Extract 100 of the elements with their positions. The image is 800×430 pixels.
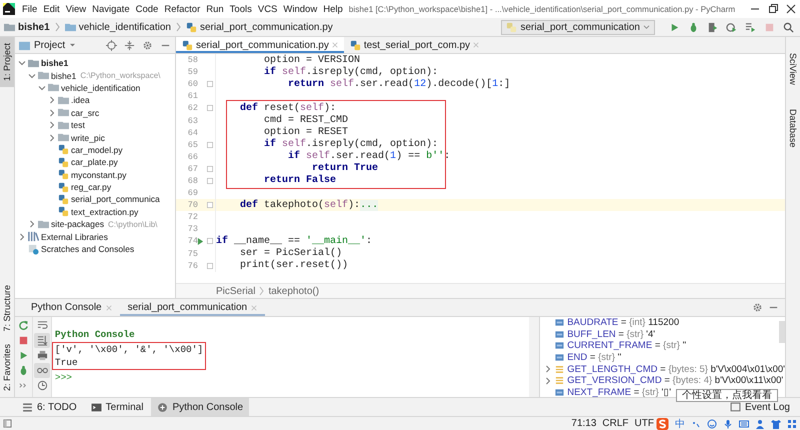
menu-item[interactable]: Window [280, 0, 320, 18]
breadcrumb-item[interactable]: vehicle_identification [78, 19, 171, 35]
tree-item[interactable]: External Libraries [41, 232, 108, 242]
editor-tab[interactable]: test_serial_port_com.py [344, 37, 486, 53]
code-line: cmd = REST_CMD [263, 115, 348, 126]
run-configuration-dropdown[interactable]: serial_port_communication [501, 20, 655, 34]
variable-entry[interactable]: BUFF_LEN = {str} '4' [567, 328, 656, 340]
tree-item[interactable]: vehicle_identification [61, 82, 140, 93]
menu-item[interactable]: File [19, 0, 40, 18]
fold-marker-icon[interactable] [207, 81, 213, 88]
folder-icon [4, 22, 15, 32]
fold-marker-icon[interactable] [207, 166, 213, 172]
tree-item[interactable]: car_src [71, 108, 100, 118]
line-ending[interactable]: CRLF [602, 418, 629, 429]
chevron-icon [176, 22, 181, 32]
tool-window-tab[interactable]: Database [786, 102, 800, 154]
menu-item[interactable]: Code [132, 0, 162, 18]
scratches-icon [28, 244, 39, 255]
scroll-to-end-icon[interactable] [34, 333, 50, 348]
tool-window-tab[interactable]: 2: Favorites [0, 338, 14, 397]
fold-marker-icon[interactable] [207, 262, 213, 269]
line-number: 63 [186, 116, 198, 126]
line-number: 66 [186, 152, 198, 162]
run-gutter-icon[interactable] [197, 238, 204, 245]
microphone-icon[interactable] [723, 418, 733, 428]
tool-window-tab[interactable]: 7: Structure [0, 279, 14, 338]
tree-item[interactable]: myconstant.py [71, 170, 126, 180]
shirt-icon[interactable] [771, 418, 781, 428]
tree-item[interactable]: site-packages [51, 219, 104, 230]
keyboard-icon[interactable] [739, 418, 749, 428]
variable-entry[interactable]: GET_LENGTH_CMD = {bytes: 5} b'V\x004\x01\x00' [567, 364, 785, 375]
tool-window-tab[interactable]: Python Console [151, 398, 250, 416]
console-tab[interactable]: serial_port_communication [120, 299, 266, 316]
breadcrumb-item[interactable]: bishe1 [18, 19, 50, 35]
fold-marker-icon[interactable] [207, 202, 213, 208]
tree-item[interactable]: .idea [71, 95, 90, 106]
line-number: 65 [186, 140, 198, 150]
variable-entry[interactable]: NEXT_FRAME = {str} '▯' [567, 386, 672, 398]
tree-item[interactable]: test [71, 120, 85, 130]
tree-item[interactable]: bishe1 [51, 70, 76, 81]
tree-item[interactable]: bishe1 [41, 58, 68, 68]
menu-item[interactable]: View [62, 0, 90, 18]
line-number: 74 [186, 236, 198, 246]
line-number: 76 [186, 260, 198, 271]
menu-item[interactable]: Edit [40, 0, 63, 18]
fold-marker-icon[interactable] [207, 142, 213, 148]
caret-icon [643, 24, 650, 30]
cursor-position[interactable]: 71:13 [571, 418, 596, 429]
menu-item[interactable]: VCS [254, 0, 280, 18]
code-line: option = RESET [263, 127, 348, 138]
tree-item[interactable]: Scratches and Consoles [41, 244, 134, 254]
tree-item[interactable]: reg_car.py [71, 182, 112, 192]
user-icon[interactable] [755, 418, 765, 428]
folder-icon [64, 22, 76, 32]
line-number: 70 [186, 200, 198, 210]
layout-icon[interactable] [3, 419, 12, 428]
glasses-icon[interactable] [34, 363, 50, 378]
fold-marker-icon[interactable] [207, 238, 213, 244]
input-method-icon[interactable] [656, 418, 669, 430]
variable-entry[interactable]: END = {str} '' [567, 352, 622, 364]
scrollbar[interactable] [778, 321, 785, 343]
line-number: 58 [186, 55, 198, 66]
tool-window-tab[interactable]: Terminal [84, 398, 150, 416]
console-tab[interactable]: Python Console [23, 299, 120, 316]
menu-item[interactable]: Navigate [89, 0, 133, 18]
tool-window-tab[interactable]: SciView [786, 47, 800, 91]
path-hint: C:\python\Lib\ [108, 220, 158, 229]
folder-icon [58, 132, 69, 144]
grid-icon[interactable] [787, 418, 797, 428]
project-view-dropdown[interactable]: Project [34, 40, 76, 50]
console-output: True [54, 356, 79, 369]
tree-item[interactable]: text_extraction.py [71, 206, 138, 217]
tree-item[interactable]: car_plate.py [71, 157, 118, 168]
folder-icon [38, 218, 49, 230]
tree-item[interactable]: car_model.py [71, 144, 123, 155]
breadcrumb-item[interactable]: PicSerial [216, 283, 256, 299]
menu-item[interactable]: Run [203, 0, 227, 18]
tree-item[interactable]: write_pic [71, 132, 105, 143]
editor-tab[interactable]: serial_port_communication.py [176, 37, 344, 53]
tree-item[interactable]: serial_port_communica [71, 194, 160, 204]
folder-icon [58, 94, 69, 106]
locate-icon[interactable] [103, 37, 119, 53]
tool-window-tab[interactable]: 1: Project [0, 37, 14, 88]
code-line: if self.isreply(cmd, option): [263, 139, 438, 150]
menu-item[interactable]: Help [320, 0, 346, 18]
smiley-icon[interactable] [707, 418, 717, 428]
file-encoding[interactable]: UTF [634, 418, 654, 429]
variable-entry[interactable]: BAUDRATE = {int} 115200 [567, 317, 680, 328]
menu-item[interactable]: Tools [226, 0, 255, 18]
input-mode-label[interactable]: 中 [675, 416, 685, 430]
python-file-icon [58, 206, 69, 218]
fold-marker-icon[interactable] [207, 105, 213, 112]
breadcrumb-item[interactable]: takephoto() [268, 283, 320, 299]
variable-entry[interactable]: CURRENT_FRAME = {str} '' [567, 340, 686, 352]
code-line: return self.ser.read(12).decode()[1:] [287, 78, 510, 90]
fold-marker-icon[interactable] [207, 178, 213, 184]
menu-item[interactable]: Refactor [161, 0, 204, 18]
variable-entry[interactable]: GET_VERSION_CMD = {bytes: 4} b'V\x00\x11\x00' [567, 375, 784, 386]
tool-window-tab[interactable]: 6: TODO [16, 398, 83, 416]
breadcrumb-item[interactable]: serial_port_communication.py [200, 19, 333, 35]
